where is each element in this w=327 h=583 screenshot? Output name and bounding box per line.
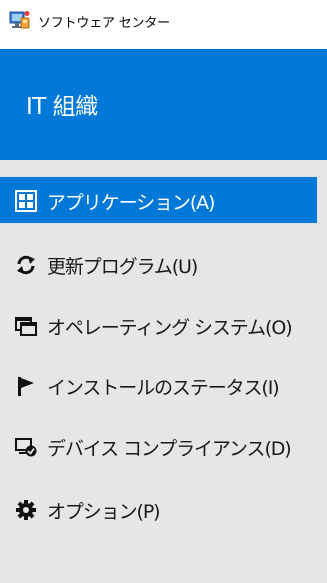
title-bar: ソフトウェア センター <box>0 0 327 40</box>
nav-item-device-compliance[interactable]: デバイス コンプライアンス(D) <box>0 423 317 469</box>
nav-item-updates[interactable]: 更新プログラム(U) <box>0 241 317 287</box>
gear-icon <box>16 500 36 520</box>
nav-item-installation-status[interactable]: インストールのステータス(I) <box>0 362 317 408</box>
nav-item-label: オプション(P) <box>47 501 161 523</box>
nav-item-label: アプリケーション(A) <box>47 192 215 214</box>
windows-icon <box>15 317 37 336</box>
nav-item-label: デバイス コンプライアンス(D) <box>47 438 292 460</box>
nav-item-applications[interactable]: アプリケーション(A) <box>0 177 317 223</box>
nav-item-label: オペレーティング システム(O) <box>47 317 293 339</box>
software-center-icon <box>9 11 30 29</box>
refresh-icon <box>17 255 35 275</box>
navigation-sidebar: アプリケーション(A) 更新プログラム(U) オペレーティング システム(O) <box>0 160 327 583</box>
nav-item-label: インストールのステータス(I) <box>47 377 280 399</box>
nav-item-options[interactable]: オプション(P) <box>0 486 317 532</box>
nav-item-label: 更新プログラム(U) <box>47 256 198 278</box>
window-title: ソフトウェア センター <box>38 16 170 31</box>
organization-name: IT 組織 <box>26 94 98 120</box>
flag-icon <box>18 377 34 396</box>
organization-header: IT 組織 <box>0 49 327 160</box>
nav-item-operating-systems[interactable]: オペレーティング システム(O) <box>0 302 317 348</box>
device-compliance-icon <box>15 438 37 457</box>
software-center-window: ソフトウェア センター IT 組織 アプリケーション(A) 更新プログラム(U) <box>0 0 327 583</box>
applications-icon <box>15 190 37 212</box>
